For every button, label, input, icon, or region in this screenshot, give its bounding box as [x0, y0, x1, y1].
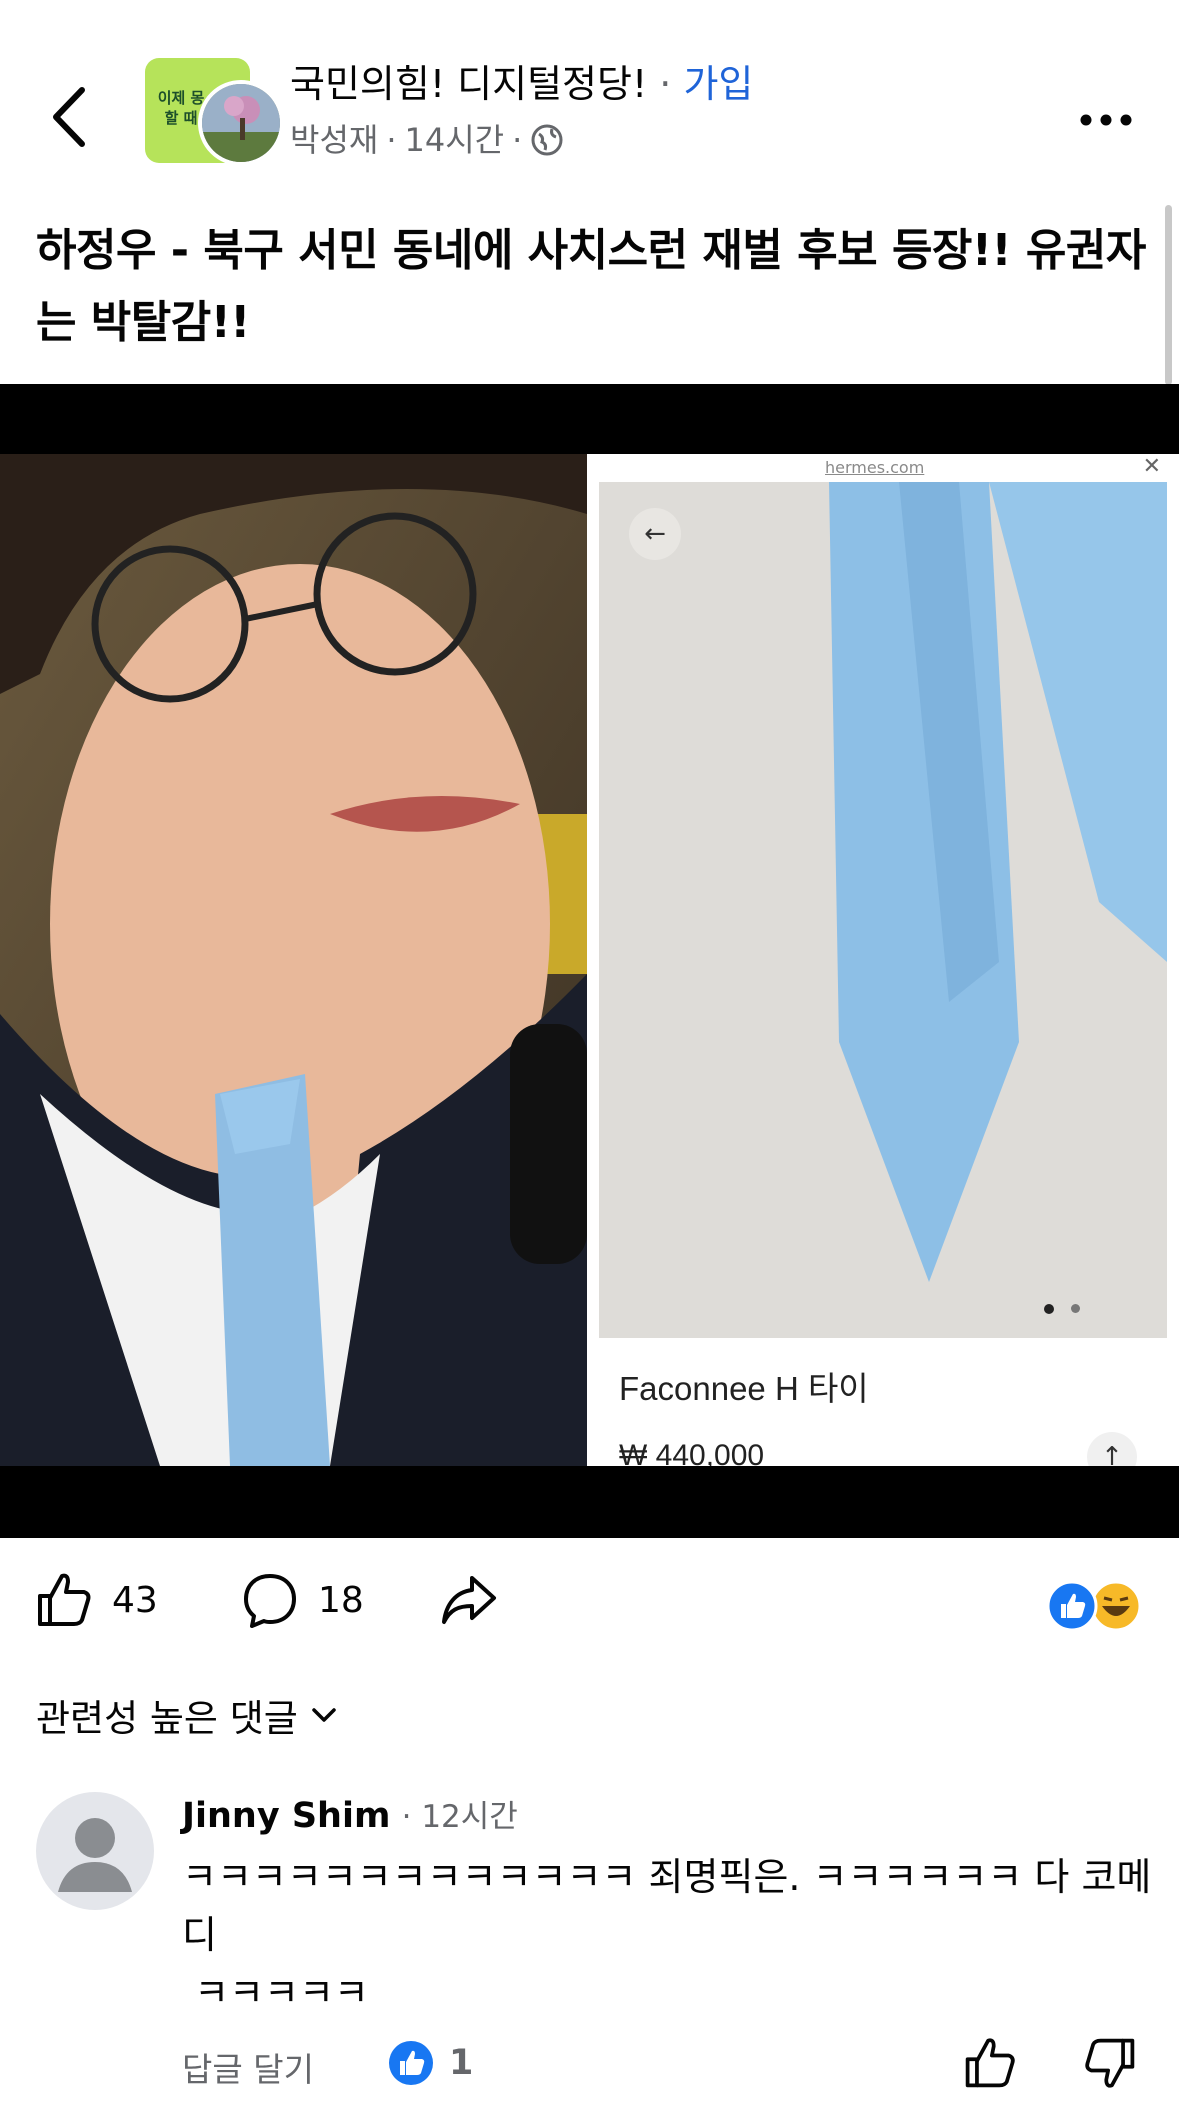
share-arrow-icon [442, 1576, 496, 1624]
product-image: ← [599, 482, 1167, 1338]
chevron-down-icon [312, 1708, 336, 1722]
meta-separator: · [512, 121, 523, 159]
share-up-icon: ↑ [1087, 1432, 1137, 1466]
like-reaction-icon [389, 2041, 433, 2085]
comment-time[interactable]: 12시간 [421, 1799, 518, 1835]
author-photo [202, 84, 280, 162]
back-arrow-icon[interactable] [44, 82, 94, 152]
join-button[interactable]: 가입 [683, 62, 753, 106]
post-header: 이제 몽 할 때 국민의힘! 디지털정당! · 가입 박성재 · 14시간 · [0, 0, 1179, 190]
scrollbar[interactable] [1165, 205, 1172, 385]
carousel-dot [1071, 1304, 1080, 1313]
carousel-dot-active [1044, 1304, 1054, 1314]
like-button[interactable]: 43 [34, 1570, 158, 1630]
thumbs-up-icon[interactable] [962, 2035, 1018, 2091]
like-count: 43 [112, 1579, 158, 1621]
comment-actions: 답글 달기 1 [182, 2035, 1142, 2095]
product-screenshot: hermes.com ✕ ← Faconnee H 타이 ₩ 440,000 ↑ [587, 454, 1179, 1466]
group-name[interactable]: 국민의힘! 디지털정당! [290, 62, 647, 106]
comments-sort-dropdown[interactable]: 관련성 높은 댓글 [36, 1688, 338, 1742]
sort-label: 관련성 높은 댓글 [36, 1697, 298, 1740]
post-time[interactable]: 14시간 [405, 118, 505, 162]
post-meta: 박성재 · 14시간 · [290, 118, 564, 162]
post-actions: 43 18 [0, 1570, 1179, 1642]
more-options-icon[interactable] [1076, 110, 1136, 130]
comment-bubble-icon [244, 1574, 296, 1628]
comment-text: ㅋㅋㅋㅋㅋㅋㅋㅋㅋㅋㅋㅋㅋ 죄명픽은. ㅋㅋㅋㅋㅋㅋ 다 코메디 ㅋㅋㅋㅋㅋ [182, 1855, 1152, 2015]
globe-icon [531, 124, 563, 156]
comment-author[interactable]: Jinny Shim [182, 1796, 390, 1836]
comment-button[interactable]: 18 [240, 1570, 364, 1630]
comment-header: Jinny Shim · 12시간 [182, 1792, 518, 1841]
author-avatar[interactable] [198, 80, 284, 166]
tie-graphic [829, 482, 1167, 1282]
commenter-avatar[interactable] [36, 1792, 154, 1910]
comment-like-count: 1 [449, 2043, 474, 2083]
comment-like-summary[interactable]: 1 [387, 2039, 473, 2087]
comment-count: 18 [318, 1579, 364, 1621]
meta-separator: · [386, 121, 397, 159]
share-button[interactable] [438, 1570, 498, 1630]
default-avatar-icon [37, 1793, 153, 1909]
like-reaction-icon [1046, 1580, 1098, 1632]
haha-icon [1090, 1580, 1142, 1632]
thumbs-up-icon [38, 1573, 91, 1626]
close-icon: ✕ [1142, 454, 1161, 479]
product-price: ₩ 440,000 [619, 1439, 765, 1466]
author-name[interactable]: 박성재 [290, 118, 378, 162]
post-text: 하정우 - 북구 서민 동네에 사치스런 재벌 후보 등장!! 유권자는 박탈감… [36, 225, 1146, 348]
separator: · [659, 62, 672, 106]
comment-separator: · [401, 1799, 422, 1835]
product-url: hermes.com [825, 458, 925, 477]
person-photo [0, 454, 587, 1466]
person-photo-graphic [0, 454, 587, 1466]
reply-button[interactable]: 답글 달기 [182, 2043, 314, 2091]
post-media[interactable]: hermes.com ✕ ← Faconnee H 타이 ₩ 440,000 ↑ [0, 384, 1179, 1538]
group-line: 국민의힘! 디지털정당! · 가입 [290, 60, 753, 108]
product-name: Faconnee H 타이 [619, 1370, 869, 1407]
reactions-summary[interactable] [1044, 1578, 1144, 1634]
thumbs-down-icon[interactable] [1082, 2035, 1138, 2091]
